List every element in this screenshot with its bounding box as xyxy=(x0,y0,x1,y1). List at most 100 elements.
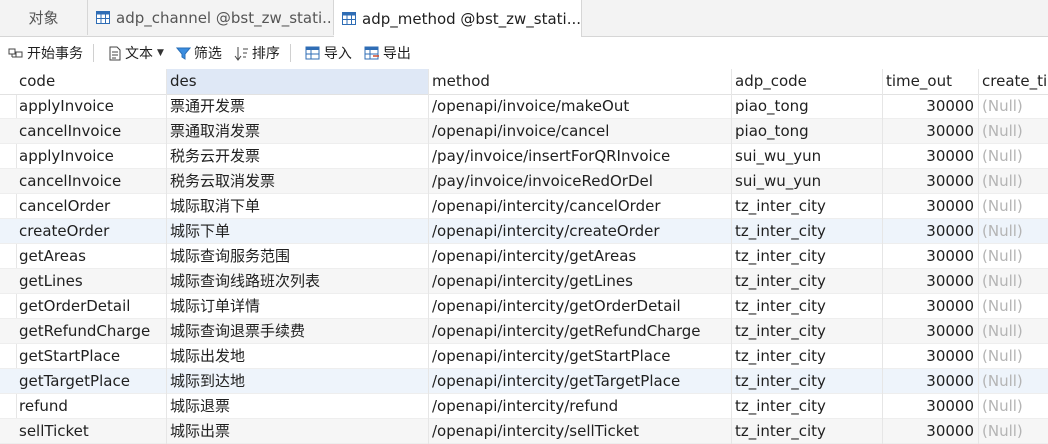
cell-time-out[interactable]: 30000 xyxy=(883,369,979,394)
begin-transaction-button[interactable]: 开始事务 xyxy=(4,41,87,65)
cell-code[interactable]: getStartPlace xyxy=(16,344,167,369)
cell-adp-code[interactable]: sui_wu_yun xyxy=(732,144,883,169)
cell-time-out[interactable]: 30000 xyxy=(883,144,979,169)
cell-des[interactable]: 票通取消发票 xyxy=(167,119,429,144)
cell-code[interactable]: getTargetPlace xyxy=(16,369,167,394)
cell-time-out[interactable]: 30000 xyxy=(883,269,979,294)
cell-code[interactable]: sellTicket xyxy=(16,419,167,444)
cell-adp-code[interactable]: tz_inter_city xyxy=(732,269,883,294)
cell-adp-code[interactable]: tz_inter_city xyxy=(732,344,883,369)
cell-time-out[interactable]: 30000 xyxy=(883,394,979,419)
cell-method[interactable]: /openapi/invoice/cancel xyxy=(429,119,732,144)
cell-code[interactable]: cancelInvoice xyxy=(16,169,167,194)
cell-code[interactable]: cancelInvoice xyxy=(16,119,167,144)
table-row[interactable]: cancelInvoice 票通取消发票/openapi/invoice/canc… xyxy=(0,119,1048,144)
filter-button[interactable]: 筛选 xyxy=(172,41,226,65)
cell-des[interactable]: 城际出发地 xyxy=(167,344,429,369)
cell-adp-code[interactable]: sui_wu_yun xyxy=(732,169,883,194)
cell-create-time[interactable]: (Null) xyxy=(979,94,1048,119)
column-header-des[interactable]: des xyxy=(167,69,429,94)
table-row[interactable]: getStartPlace 城际出发地/openapi/intercity/get… xyxy=(0,344,1048,369)
cell-method[interactable]: /openapi/intercity/refund xyxy=(429,394,732,419)
cell-method[interactable]: /openapi/intercity/getTargetPlace xyxy=(429,369,732,394)
cell-method[interactable]: /openapi/invoice/makeOut xyxy=(429,94,732,119)
cell-code[interactable]: getLines xyxy=(16,269,167,294)
cell-method[interactable]: /openapi/intercity/sellTicket xyxy=(429,419,732,444)
cell-des[interactable]: 票通开发票 xyxy=(167,94,429,119)
cell-adp-code[interactable]: tz_inter_city xyxy=(732,194,883,219)
cell-des[interactable]: 城际退票 xyxy=(167,394,429,419)
cell-des[interactable]: 城际查询服务范围 xyxy=(167,244,429,269)
cell-adp-code[interactable]: piao_tong xyxy=(732,94,883,119)
cell-code[interactable]: applyInvoice xyxy=(16,94,167,119)
cell-time-out[interactable]: 30000 xyxy=(883,94,979,119)
cell-des[interactable]: 城际到达地 xyxy=(167,369,429,394)
cell-method[interactable]: /openapi/intercity/getLines xyxy=(429,269,732,294)
table-row[interactable]: applyInvoice 票通开发票/openapi/invoice/makeOu… xyxy=(0,94,1048,119)
cell-time-out[interactable]: 30000 xyxy=(883,219,979,244)
table-row[interactable]: applyInvoice 税务云开发票/pay/invoice/insertFor… xyxy=(0,144,1048,169)
cell-create-time[interactable]: (Null) xyxy=(979,394,1048,419)
table-row[interactable]: getAreas 城际查询服务范围/openapi/intercity/getAr… xyxy=(0,244,1048,269)
cell-create-time[interactable]: (Null) xyxy=(979,294,1048,319)
cell-code[interactable]: applyInvoice xyxy=(16,144,167,169)
cell-des[interactable]: 城际查询线路班次列表 xyxy=(167,269,429,294)
table-row[interactable]: refund 城际退票/openapi/intercity/refund tz_in… xyxy=(0,394,1048,419)
cell-des[interactable]: 城际下单 xyxy=(167,219,429,244)
cell-create-time[interactable]: (Null) xyxy=(979,344,1048,369)
cell-create-time[interactable]: (Null) xyxy=(979,269,1048,294)
cell-create-time[interactable]: (Null) xyxy=(979,219,1048,244)
cell-time-out[interactable]: 30000 xyxy=(883,419,979,444)
cell-method[interactable]: /openapi/intercity/getAreas xyxy=(429,244,732,269)
cell-create-time[interactable]: (Null) xyxy=(979,144,1048,169)
cell-code[interactable]: getOrderDetail xyxy=(16,294,167,319)
cell-create-time[interactable]: (Null) xyxy=(979,419,1048,444)
table-row[interactable]: getLines 城际查询线路班次列表/openapi/intercity/get… xyxy=(0,269,1048,294)
cell-code[interactable]: getRefundCharge xyxy=(16,319,167,344)
cell-adp-code[interactable]: tz_inter_city xyxy=(732,419,883,444)
cell-adp-code[interactable]: tz_inter_city xyxy=(732,369,883,394)
cell-des[interactable]: 税务云取消发票 xyxy=(167,169,429,194)
cell-code[interactable]: refund xyxy=(16,394,167,419)
cell-des[interactable]: 税务云开发票 xyxy=(167,144,429,169)
cell-code[interactable]: getAreas xyxy=(16,244,167,269)
cell-method[interactable]: /pay/invoice/insertForQRInvoice xyxy=(429,144,732,169)
cell-adp-code[interactable]: tz_inter_city xyxy=(732,244,883,269)
column-header-create-time[interactable]: create_tir xyxy=(979,69,1048,94)
table-row[interactable]: getTargetPlace 城际到达地/openapi/intercity/ge… xyxy=(0,369,1048,394)
cell-time-out[interactable]: 30000 xyxy=(883,169,979,194)
cell-time-out[interactable]: 30000 xyxy=(883,119,979,144)
cell-adp-code[interactable]: piao_tong xyxy=(732,119,883,144)
table-row[interactable]: cancelInvoice 税务云取消发票/pay/invoice/invoice… xyxy=(0,169,1048,194)
cell-time-out[interactable]: 30000 xyxy=(883,319,979,344)
table-row[interactable]: createOrder 城际下单/openapi/intercity/create… xyxy=(0,219,1048,244)
cell-create-time[interactable]: (Null) xyxy=(979,319,1048,344)
tab-adp-method[interactable]: adp_method @bst_zw_stati... xyxy=(334,0,582,37)
table-row[interactable]: getRefundCharge 城际查询退票手续费/openapi/interci… xyxy=(0,319,1048,344)
cell-des[interactable]: 城际订单详情 xyxy=(167,294,429,319)
cell-time-out[interactable]: 30000 xyxy=(883,194,979,219)
cell-method[interactable]: /openapi/intercity/cancelOrder xyxy=(429,194,732,219)
cell-create-time[interactable]: (Null) xyxy=(979,119,1048,144)
cell-time-out[interactable]: 30000 xyxy=(883,294,979,319)
column-header-adp-code[interactable]: adp_code xyxy=(732,69,883,94)
cell-adp-code[interactable]: tz_inter_city xyxy=(732,319,883,344)
cell-adp-code[interactable]: tz_inter_city xyxy=(732,219,883,244)
cell-time-out[interactable]: 30000 xyxy=(883,244,979,269)
cell-des[interactable]: 城际查询退票手续费 xyxy=(167,319,429,344)
table-row[interactable]: sellTicket 城际出票/openapi/intercity/sellTic… xyxy=(0,419,1048,444)
cell-time-out[interactable]: 30000 xyxy=(883,344,979,369)
cell-create-time[interactable]: (Null) xyxy=(979,194,1048,219)
cell-create-time[interactable]: (Null) xyxy=(979,169,1048,194)
table-row[interactable]: getOrderDetail 城际订单详情/openapi/intercity/g… xyxy=(0,294,1048,319)
table-row[interactable]: cancelOrder 城际取消下单/openapi/intercity/canc… xyxy=(0,194,1048,219)
cell-method[interactable]: /openapi/intercity/getStartPlace xyxy=(429,344,732,369)
cell-code[interactable]: createOrder xyxy=(16,219,167,244)
cell-adp-code[interactable]: tz_inter_city xyxy=(732,294,883,319)
cell-des[interactable]: 城际取消下单 xyxy=(167,194,429,219)
column-header-time-out[interactable]: time_out xyxy=(883,69,979,94)
column-header-code[interactable]: code xyxy=(16,69,167,94)
tab-adp-channel[interactable]: adp_channel @bst_zw_stati... xyxy=(88,0,334,35)
cell-create-time[interactable]: (Null) xyxy=(979,369,1048,394)
cell-create-time[interactable]: (Null) xyxy=(979,244,1048,269)
